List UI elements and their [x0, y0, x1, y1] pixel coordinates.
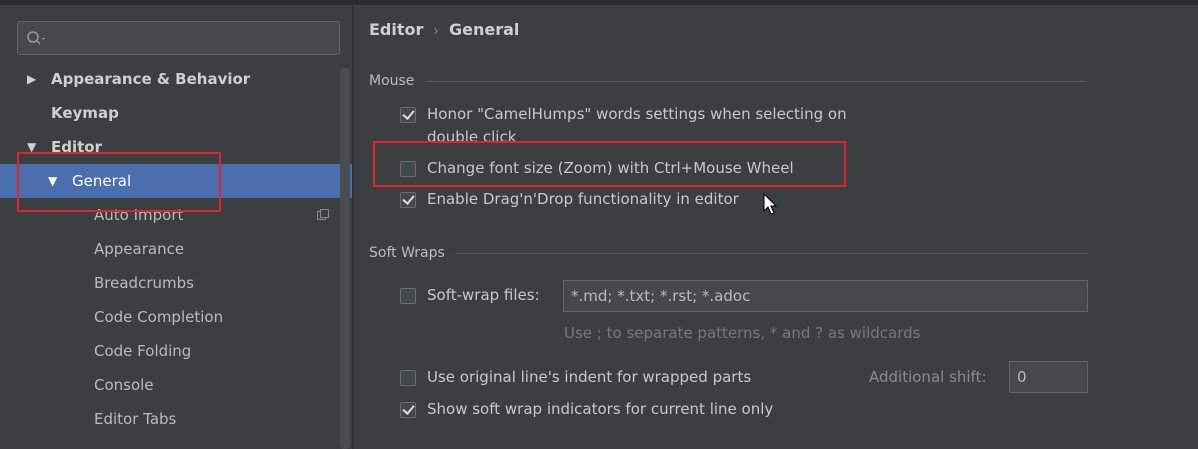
breadcrumb: Editor › General [369, 20, 519, 39]
breadcrumb-parent[interactable]: Editor [369, 20, 423, 39]
settings-tree: ▶ Appearance & Behavior Keymap ▼ Editor … [0, 62, 352, 436]
tree-item-label: Keymap [51, 104, 119, 122]
highlight-box-zoom-option [373, 141, 846, 187]
settings-sidebar: ▶ Appearance & Behavior Keymap ▼ Editor … [0, 5, 353, 449]
breadcrumb-separator-icon: › [433, 23, 440, 39]
tree-item-appearance-behavior[interactable]: ▶ Appearance & Behavior [0, 62, 352, 96]
section-title-soft-wraps: Soft Wraps [369, 245, 445, 261]
section-divider [455, 253, 1087, 254]
tree-item-code-folding[interactable]: Code Folding [0, 334, 352, 368]
soft-wrap-files-input[interactable] [563, 280, 1088, 312]
search-input[interactable] [52, 26, 336, 52]
option-label: Honor "CamelHumps" words settings when s… [427, 105, 847, 123]
section-title-mouse: Mouse [369, 73, 415, 89]
option-label: Show soft wrap indicators for current li… [427, 400, 774, 418]
tree-item-breadcrumbs[interactable]: Breadcrumbs [0, 266, 352, 300]
show-indicators-checkbox[interactable] [400, 402, 416, 418]
mouse-pointer-icon [763, 193, 778, 215]
expand-arrow-icon[interactable]: ▶ [27, 62, 36, 96]
sidebar-scrollbar[interactable] [340, 68, 350, 449]
tree-item-console[interactable]: Console [0, 368, 352, 402]
option-label: Enable Drag'n'Drop functionality in edit… [427, 190, 739, 208]
tree-item-appearance[interactable]: Appearance [0, 232, 352, 266]
option-label: Soft-wrap files: [427, 286, 540, 304]
camelhumps-checkbox[interactable] [400, 107, 416, 123]
tree-item-label: Editor Tabs [94, 410, 177, 428]
drag-n-drop-checkbox[interactable] [400, 192, 416, 208]
additional-shift-input[interactable] [1009, 361, 1088, 393]
tree-item-label: Appearance & Behavior [51, 70, 251, 88]
soft-wrap-files-checkbox[interactable] [400, 288, 416, 304]
soft-wrap-hint: Use ; to separate patterns, * and ? as w… [564, 324, 921, 342]
search-icon [27, 31, 45, 45]
option-label: Use original line's indent for wrapped p… [427, 368, 752, 386]
original-indent-checkbox[interactable] [400, 370, 416, 386]
tree-item-editor-tabs[interactable]: Editor Tabs [0, 402, 352, 436]
project-scope-icon [317, 209, 329, 220]
tree-item-label: Code Folding [94, 342, 192, 360]
highlight-box-general [17, 152, 221, 212]
additional-shift-label: Additional shift: [869, 368, 987, 386]
tree-item-label: Breadcrumbs [94, 274, 194, 292]
tree-item-label: Appearance [94, 240, 185, 258]
tree-item-code-completion[interactable]: Code Completion [0, 300, 352, 334]
section-divider [425, 81, 1087, 82]
breadcrumb-current: General [449, 20, 520, 39]
search-field[interactable] [17, 21, 340, 55]
settings-content: Editor › General Mouse Honor "CamelHumps" … [353, 5, 1198, 449]
tree-item-keymap[interactable]: Keymap [0, 96, 352, 130]
tree-item-label: Code Completion [94, 308, 224, 326]
tree-item-label: Console [94, 376, 154, 394]
